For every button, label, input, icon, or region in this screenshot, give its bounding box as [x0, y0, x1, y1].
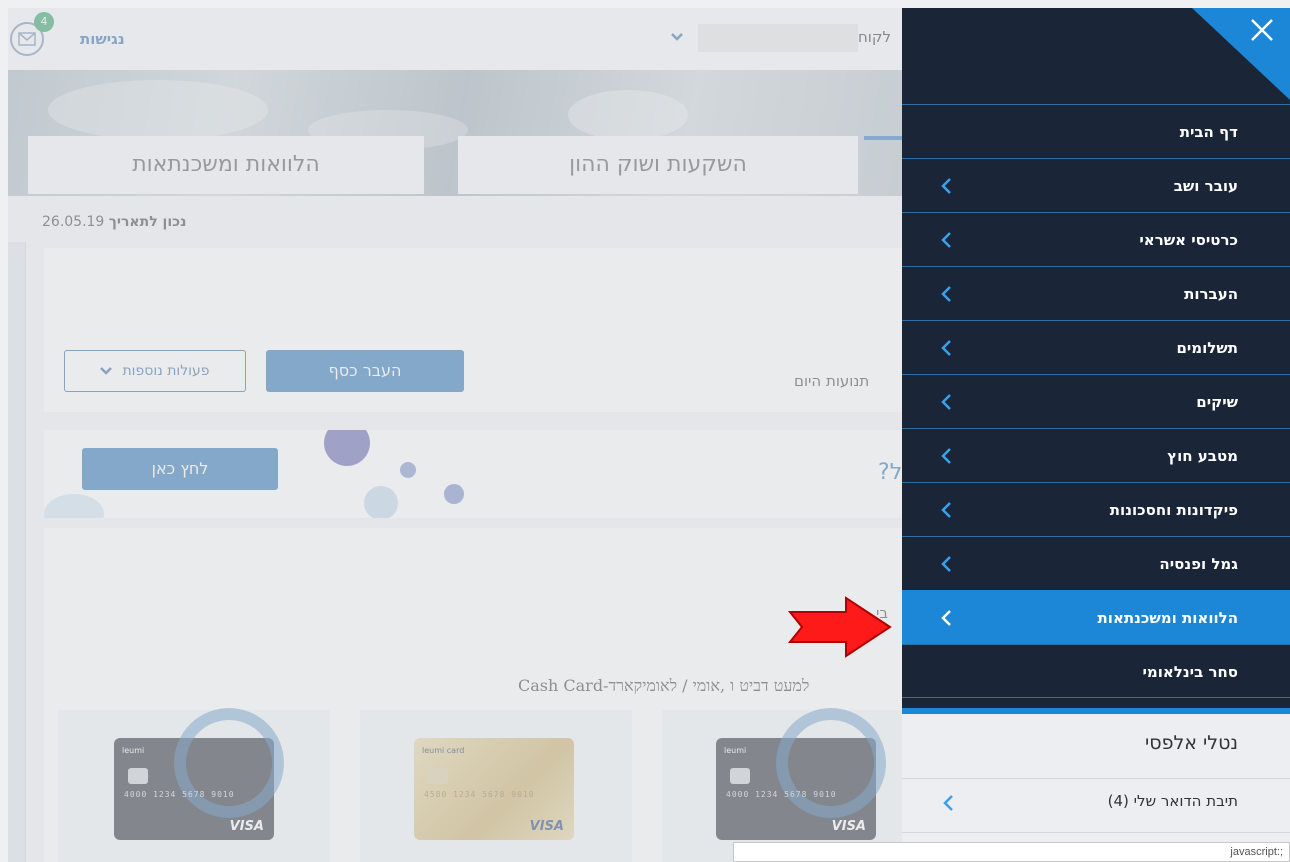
credit-card-image: leumi card 4580 1234 5678 9010 VISA: [414, 738, 574, 840]
menu-item-label: עובר ושב: [1173, 177, 1238, 195]
accessibility-link[interactable]: נגישות: [80, 30, 125, 48]
my-mailbox-link[interactable]: תיבת הדואר שלי (4): [1108, 792, 1238, 810]
promo-text-fragment: ?ל: [878, 460, 903, 485]
side-strip: [8, 242, 26, 862]
card-number: 4580 1234 5678 9010: [424, 790, 535, 799]
client-label: לקוח: [858, 28, 892, 46]
client-select[interactable]: [698, 24, 858, 52]
credit-card-image: leumi 4000 1234 5678 9010 VISA: [114, 708, 284, 840]
menu-list: דף הבית עובר ושב כרטיסי אשראי העברות תשל…: [902, 104, 1290, 698]
chevron-left-icon: [941, 286, 951, 302]
click-here-button[interactable]: לחץ כאן: [82, 448, 278, 490]
date-label: נכון לתאריך: [108, 214, 187, 230]
card-brand: leumi: [724, 746, 747, 755]
card-brand: leumi card: [422, 746, 465, 755]
chevron-down-icon[interactable]: [670, 32, 684, 42]
card-network: VISA: [831, 819, 866, 834]
menu-item-label: הלוואות ומשכנתאות: [1097, 609, 1238, 627]
menu-item-payments[interactable]: תשלומים: [902, 320, 1290, 374]
menu-item-label: שיקים: [1196, 393, 1238, 411]
mail-count-badge: 4: [34, 12, 54, 32]
card-network: VISA: [529, 819, 564, 834]
chevron-left-icon: [941, 232, 951, 248]
chevron-left-icon: [941, 556, 951, 572]
side-menu: דף הבית עובר ושב כרטיסי אשראי העברות תשל…: [902, 8, 1290, 862]
card-number: 4000 1234 5678 9010: [124, 790, 235, 799]
status-bar-url: javascript:;: [733, 842, 1290, 862]
menu-item-label: העברות: [1184, 285, 1238, 303]
chevron-left-icon: [941, 340, 951, 356]
today-transactions-link[interactable]: תנועות היום: [794, 372, 869, 390]
menu-item-label: גמל ופנסיה: [1159, 555, 1238, 573]
menu-item-label: מטבע חוץ: [1167, 447, 1238, 465]
chevron-left-icon: [941, 610, 951, 626]
chevron-left-icon: [941, 448, 951, 464]
tab-loans[interactable]: הלוואות ומשכנתאות: [28, 136, 424, 194]
menu-item-label: סחר בינלאומי: [1142, 663, 1238, 681]
menu-item-label: דף הבית: [1179, 123, 1238, 141]
chevron-down-icon: [100, 367, 113, 375]
menu-item-label: פיקדונות וחסכונות: [1109, 501, 1238, 519]
menu-item-home[interactable]: דף הבית: [902, 104, 1290, 158]
close-icon[interactable]: [1248, 16, 1276, 44]
chevron-left-icon: [941, 394, 951, 410]
menu-item-label: תשלומים: [1176, 339, 1238, 357]
tab-investments[interactable]: השקעות ושוק ההון: [458, 136, 858, 194]
menu-item-deposits-savings[interactable]: פיקדונות וחסכונות: [902, 482, 1290, 536]
menu-item-credit-cards[interactable]: כרטיסי אשראי: [902, 212, 1290, 266]
card-network: VISA: [229, 819, 264, 834]
chevron-left-icon[interactable]: [942, 794, 954, 812]
menu-item-international-trade[interactable]: סחר בינלאומי: [902, 644, 1290, 698]
user-name: נטלי אלפסי: [1145, 732, 1238, 754]
more-actions-label: פעולות נוספות: [122, 363, 210, 379]
menu-item-label: כרטיסי אשראי: [1139, 231, 1238, 249]
menu-item-transfers[interactable]: העברות: [902, 266, 1290, 320]
menu-item-current-account[interactable]: עובר ושב: [902, 158, 1290, 212]
credit-card-image: leumi 4000 1234 5678 9010 VISA: [716, 708, 886, 840]
chevron-left-icon: [941, 178, 951, 194]
user-panel: נטלי אלפסי תיבת הדואר שלי (4): [902, 708, 1290, 862]
menu-item-pension[interactable]: גמל ופנסיה: [902, 536, 1290, 590]
cards-title: Cash Card-למעט דביט ו ,אומי / לאומיקארד: [518, 676, 810, 695]
more-actions-button[interactable]: פעולות נוספות: [64, 350, 246, 392]
card-brand: leumi: [122, 746, 145, 755]
date-value: 26.05.19: [42, 214, 105, 230]
menu-item-foreign-currency[interactable]: מטבע חוץ: [902, 428, 1290, 482]
menu-item-loans-mortgages[interactable]: הלוואות ומשכנתאות: [902, 590, 1290, 644]
transfer-money-button[interactable]: העבר כסף: [266, 350, 464, 392]
date-line: 26.05.19 נכון לתאריך: [42, 214, 186, 230]
annotation-arrow-icon: [788, 596, 892, 658]
card-number: 4000 1234 5678 9010: [726, 790, 837, 799]
chevron-left-icon: [941, 502, 951, 518]
menu-item-checks[interactable]: שיקים: [902, 374, 1290, 428]
